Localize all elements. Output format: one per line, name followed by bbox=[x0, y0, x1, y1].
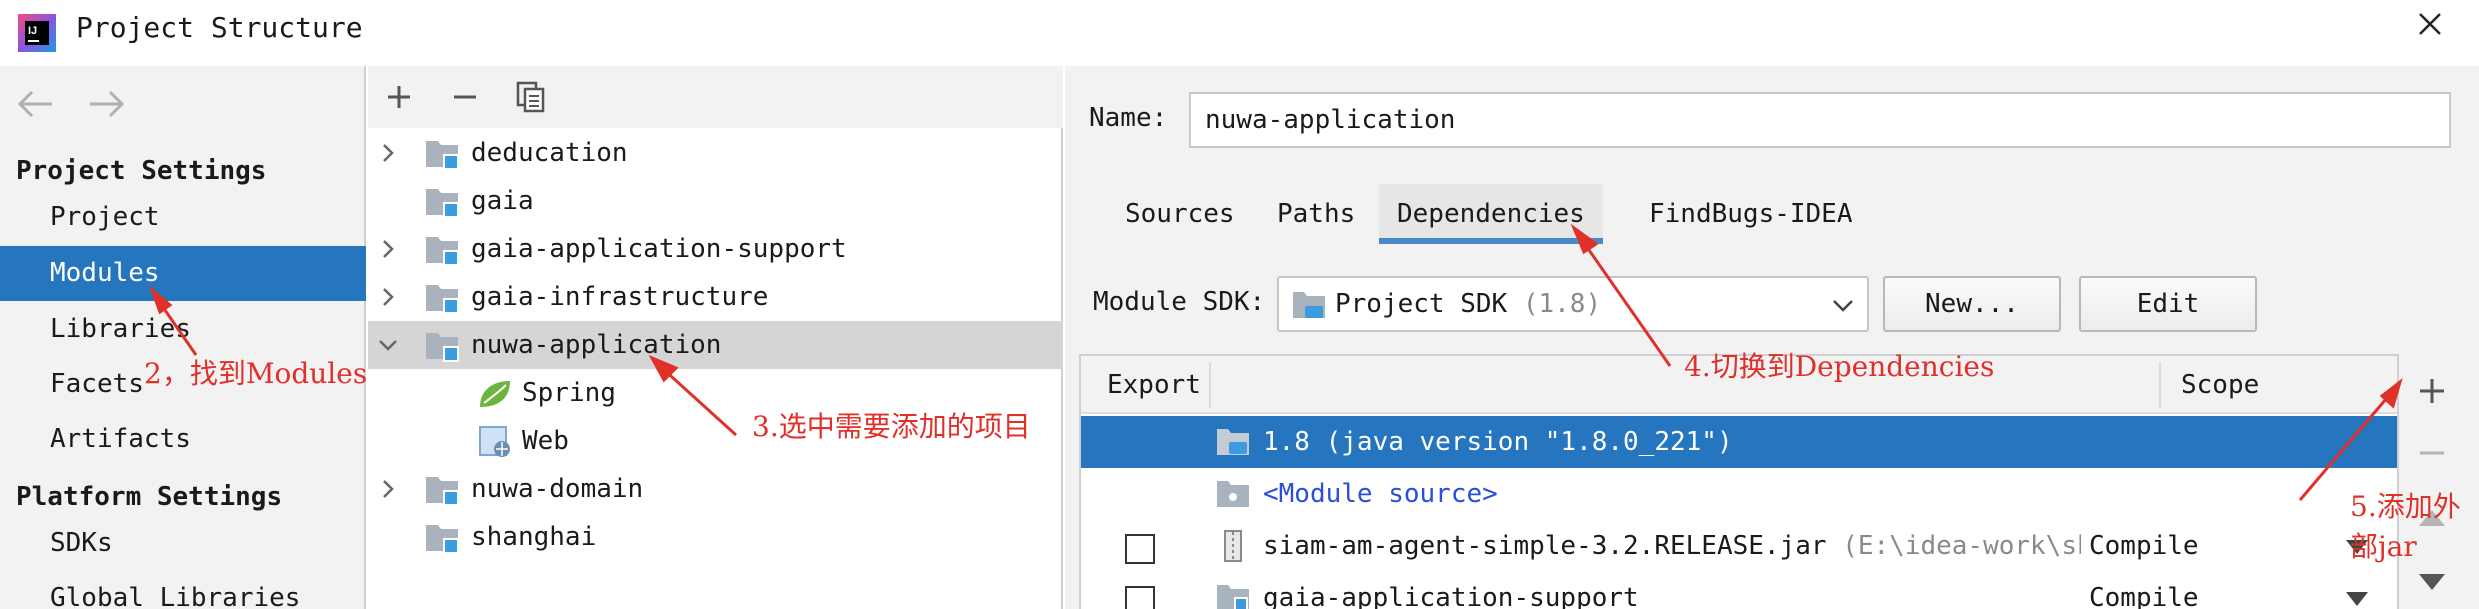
sdk-folder-icon bbox=[1293, 292, 1325, 318]
module-folder-icon bbox=[426, 237, 459, 266]
tab-findbugs-idea[interactable]: FindBugs-IDEA bbox=[1631, 184, 1871, 244]
module-sdk-select[interactable]: Project SDK (1.8) bbox=[1277, 276, 1869, 332]
table-row[interactable]: 1.8 (java version "1.8.0_221") bbox=[1081, 416, 2397, 468]
chevron-down-icon[interactable] bbox=[376, 333, 400, 357]
annotation-step-3: 3.选中需要添加的项目 bbox=[752, 410, 1031, 443]
module-details-panel: Name: Sources Paths Dependencies FindBug… bbox=[1065, 66, 2479, 609]
export-checkbox[interactable] bbox=[1125, 534, 1155, 564]
table-row[interactable]: siam-am-agent-simple-3.2.RELEASE.jar (E:… bbox=[1081, 520, 2397, 572]
sidebar-item-project[interactable]: Project bbox=[0, 190, 366, 245]
tree-label: deducation bbox=[471, 138, 628, 168]
tree-row-gaia[interactable]: gaia bbox=[368, 177, 1063, 225]
jar-archive-icon bbox=[1224, 530, 1242, 562]
tree-label: Web bbox=[522, 426, 569, 456]
sidebar-item-libraries[interactable]: Libraries bbox=[0, 302, 366, 357]
chevron-right-icon[interactable] bbox=[376, 477, 400, 501]
tree-label: Spring bbox=[522, 378, 616, 408]
tree-label: shanghai bbox=[471, 522, 597, 552]
column-divider bbox=[2159, 362, 2161, 408]
tree-label: nuwa-application bbox=[471, 330, 722, 360]
new-sdk-button[interactable]: New... bbox=[1883, 276, 2061, 332]
name-label: Name: bbox=[1089, 103, 1168, 133]
tree-row-gaia-infrastructure[interactable]: gaia-infrastructure bbox=[368, 273, 1063, 321]
dependencies-table: Export Scope 1.8 (java version "1.8.0_22… bbox=[1079, 354, 2399, 609]
plus-icon[interactable] bbox=[2415, 374, 2449, 408]
web-facet-icon bbox=[479, 426, 510, 457]
sidebar-item-sdks[interactable]: SDKs bbox=[0, 516, 366, 571]
chevron-right-icon[interactable] bbox=[376, 237, 400, 261]
annotation-step-5-line2: 部jar bbox=[2350, 530, 2417, 563]
chevron-down-icon[interactable] bbox=[1829, 292, 1857, 320]
tree-label: gaia bbox=[471, 186, 534, 216]
tab-paths[interactable]: Paths bbox=[1259, 184, 1373, 244]
dependency-name: gaia-application-support bbox=[1263, 583, 1639, 609]
window-title: Project Structure bbox=[76, 11, 363, 44]
tree-label: gaia-infrastructure bbox=[471, 282, 769, 312]
tree-row-shanghai[interactable]: shanghai bbox=[368, 513, 1063, 561]
tree-row-deducation[interactable]: deducation bbox=[368, 129, 1063, 177]
scope-column-header[interactable]: Scope bbox=[2181, 356, 2259, 414]
dependency-toolbar bbox=[2403, 354, 2461, 609]
arrow-down-icon[interactable] bbox=[2415, 564, 2449, 598]
chevron-right-icon[interactable] bbox=[376, 141, 400, 165]
module-sdk-label: Module SDK: bbox=[1093, 287, 1266, 317]
minus-icon[interactable] bbox=[448, 80, 482, 114]
dependency-name: 1.8 (java version "1.8.0_221") bbox=[1263, 427, 1733, 457]
sdk-value: Project SDK bbox=[1335, 289, 1508, 319]
annotation-step-2: 2，找到Modules bbox=[144, 357, 368, 390]
module-folder-icon bbox=[426, 189, 459, 218]
module-folder-icon bbox=[426, 333, 459, 362]
scope-value[interactable]: Compile bbox=[2081, 520, 2279, 572]
tree-label: nuwa-domain bbox=[471, 474, 644, 504]
export-checkbox[interactable] bbox=[1125, 586, 1155, 609]
tree-label: gaia-application-support bbox=[471, 234, 847, 264]
table-row[interactable]: <Module source> bbox=[1081, 468, 2397, 520]
edit-sdk-button[interactable]: Edit bbox=[2079, 276, 2257, 332]
sidebar-item-global-libraries[interactable]: Global Libraries bbox=[0, 571, 366, 609]
arrow-left-icon[interactable] bbox=[16, 88, 56, 120]
svg-text:IJ: IJ bbox=[28, 25, 37, 37]
scope-value[interactable]: Compile bbox=[2081, 572, 2279, 609]
sidebar-item-artifacts[interactable]: Artifacts bbox=[0, 412, 366, 467]
module-toolbar bbox=[368, 66, 1063, 128]
arrow-right-icon[interactable] bbox=[86, 88, 126, 120]
module-name-input[interactable] bbox=[1189, 92, 2451, 148]
close-icon[interactable] bbox=[2410, 4, 2450, 44]
annotation-step-5-line1: 5.添加外 bbox=[2350, 490, 2461, 523]
dependency-name: siam-am-agent-simple-3.2.RELEASE.jar bbox=[1263, 531, 1827, 561]
module-folder-icon bbox=[1217, 585, 1249, 609]
title-bar: IJ Project Structure bbox=[0, 0, 2479, 66]
tab-dependencies[interactable]: Dependencies bbox=[1379, 184, 1603, 244]
module-folder-icon bbox=[426, 477, 459, 506]
column-divider bbox=[1209, 362, 1211, 408]
minus-icon[interactable] bbox=[2415, 436, 2449, 470]
platform-settings-header: Platform Settings bbox=[16, 482, 283, 512]
dropdown-arrow-icon[interactable] bbox=[2346, 592, 2368, 606]
module-folder-icon bbox=[426, 141, 459, 170]
table-row[interactable]: gaia-application-support Compile bbox=[1081, 572, 2397, 609]
project-settings-header: Project Settings bbox=[16, 156, 267, 186]
sidebar-item-modules[interactable]: Modules bbox=[0, 246, 366, 301]
copy-icon[interactable] bbox=[514, 80, 548, 114]
tree-row-nuwa-domain[interactable]: nuwa-domain bbox=[368, 465, 1063, 513]
module-folder-icon bbox=[426, 525, 459, 554]
settings-sidebar: Project Settings Project Modules Librari… bbox=[0, 66, 366, 609]
module-folder-icon bbox=[426, 285, 459, 314]
source-folder-icon bbox=[1217, 481, 1249, 507]
tab-sources[interactable]: Sources bbox=[1107, 184, 1253, 244]
tree-row-nuwa-application[interactable]: nuwa-application bbox=[368, 321, 1063, 369]
spring-leaf-icon bbox=[480, 381, 510, 407]
sdk-version: (1.8) bbox=[1522, 289, 1602, 319]
sdk-folder-icon bbox=[1217, 429, 1249, 455]
chevron-right-icon[interactable] bbox=[376, 285, 400, 309]
tree-row-gaia-application-support[interactable]: gaia-application-support bbox=[368, 225, 1063, 273]
annotation-step-4: 4.切换到Dependencies bbox=[1684, 350, 1995, 383]
plus-icon[interactable] bbox=[382, 80, 416, 114]
dependency-name: <Module source> bbox=[1263, 479, 1498, 509]
module-tree-panel: deducation gaia gaia-application-support… bbox=[368, 66, 1063, 609]
intellij-icon: IJ bbox=[18, 14, 56, 52]
export-column-header[interactable]: Export bbox=[1107, 356, 1201, 414]
